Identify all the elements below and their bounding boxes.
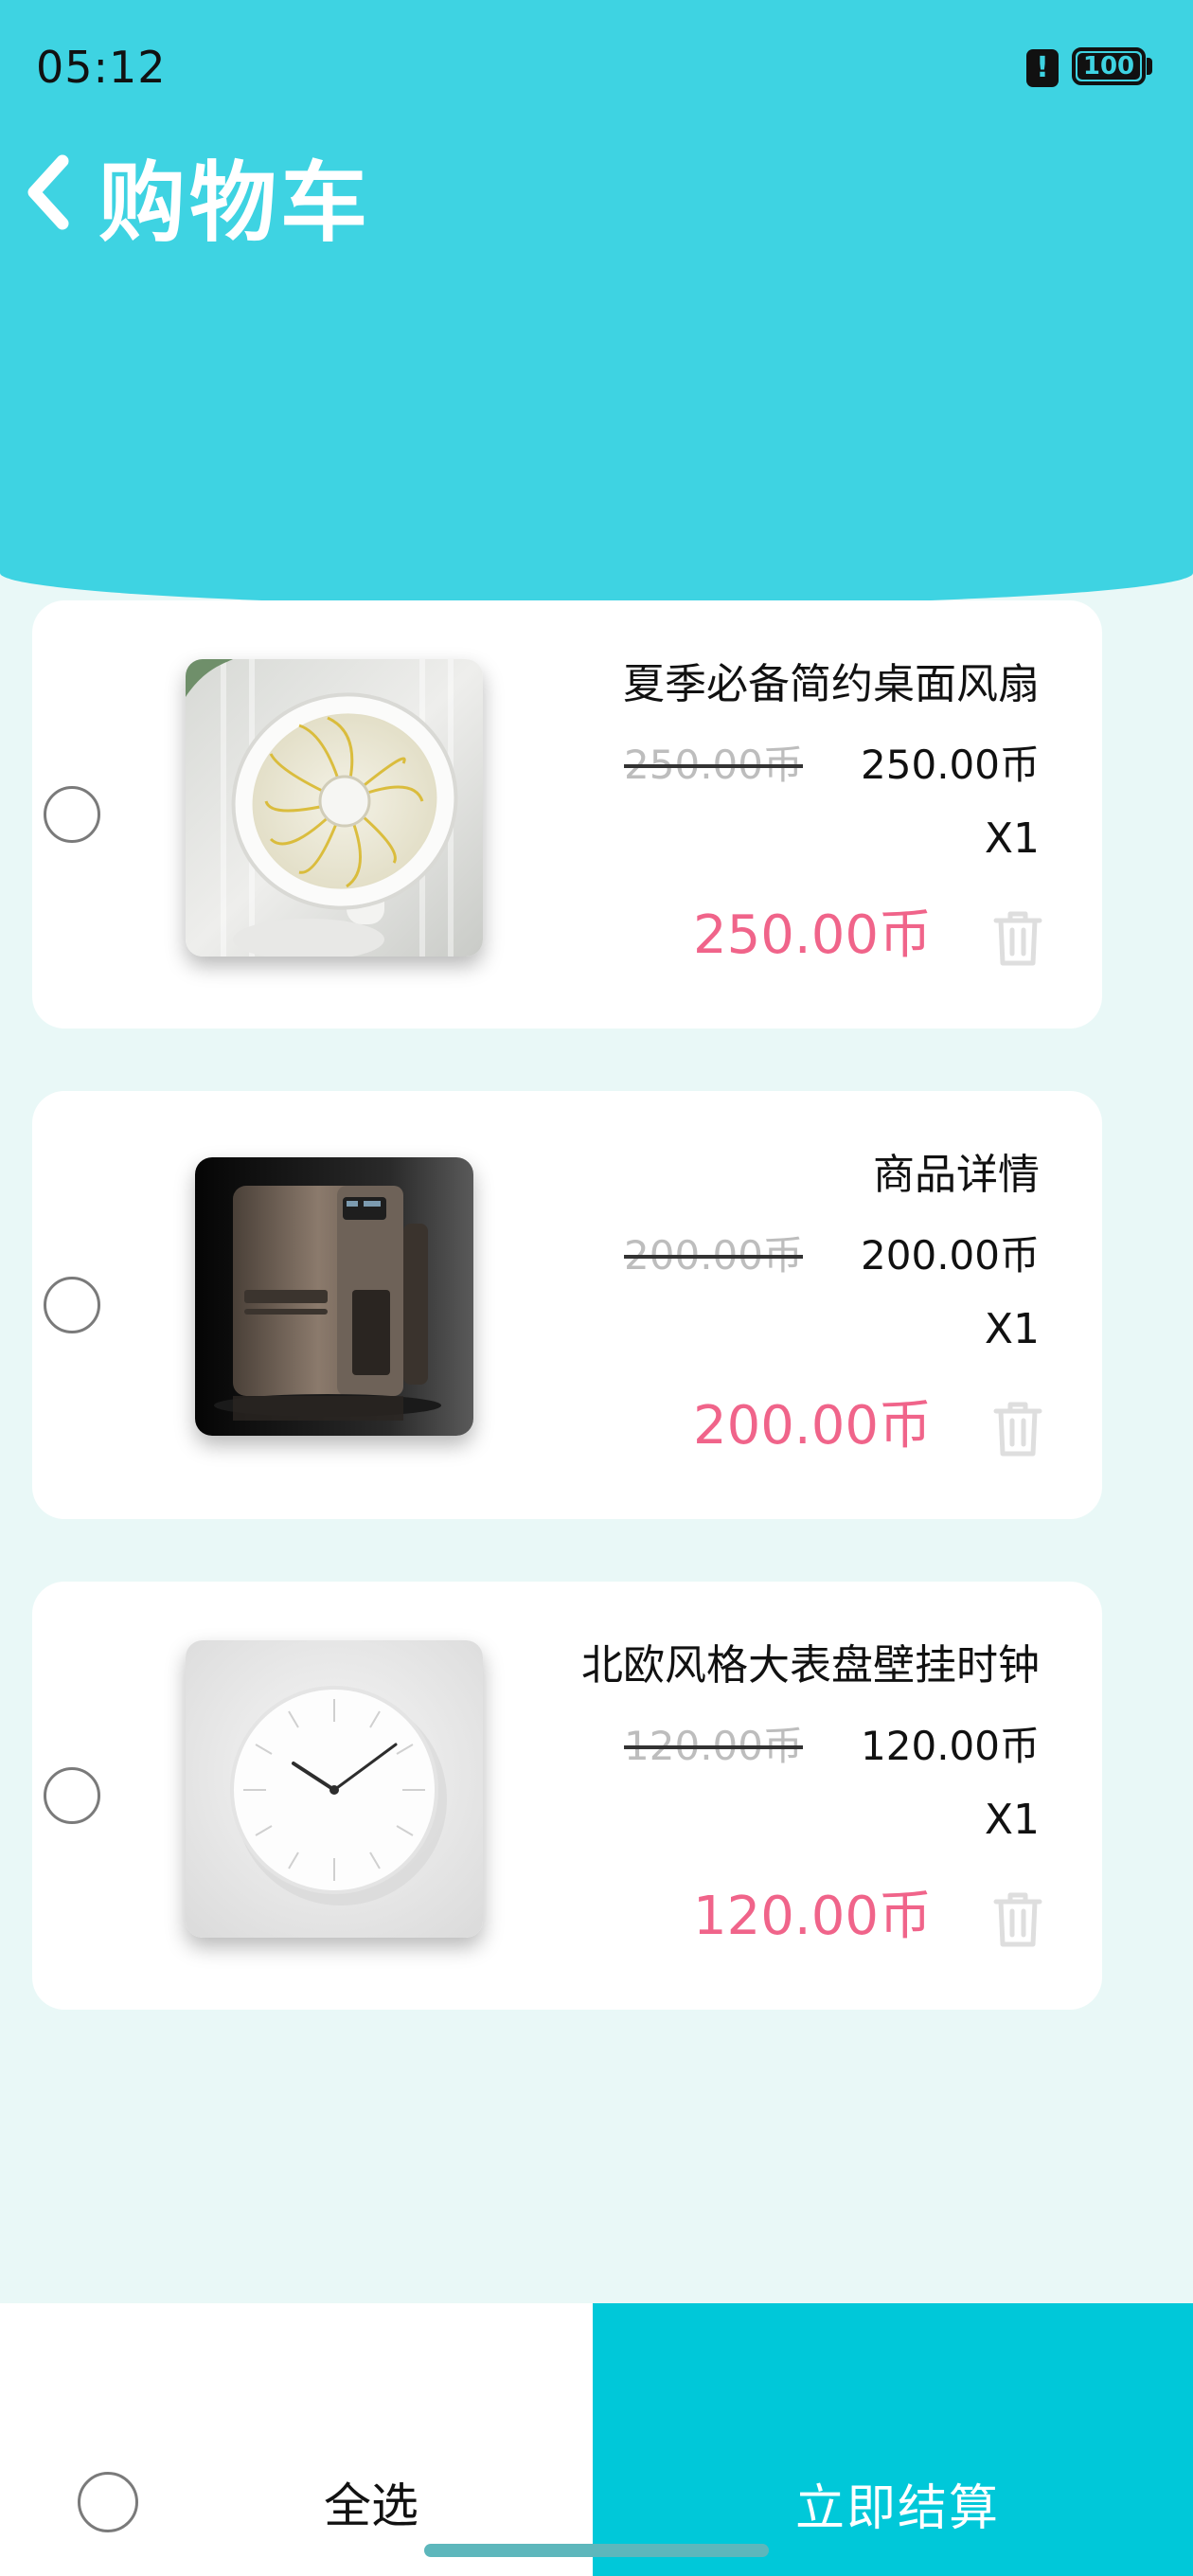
item-subtotal: 120.00币 xyxy=(693,1886,932,1947)
trash-icon xyxy=(993,1402,1042,1457)
header-background: 05:12 ! 100 购物车 xyxy=(0,0,1193,606)
delete-button[interactable] xyxy=(992,909,1043,968)
product-name[interactable]: 北欧风格大表盘壁挂时钟 xyxy=(581,1631,1040,1691)
chevron-left-icon xyxy=(27,154,69,230)
original-price: 250.00币 xyxy=(624,742,803,788)
item-select-radio[interactable] xyxy=(44,786,100,843)
product-image[interactable] xyxy=(186,659,483,957)
back-button[interactable] xyxy=(21,150,78,235)
battery-nub xyxy=(1147,58,1152,75)
quantity: X1 xyxy=(984,814,1040,863)
unit-price: 250.00币 xyxy=(861,742,1040,788)
cart-item-card: 商品详情 200.00币 200.00币 X1 200.00币 xyxy=(32,1091,1102,1519)
product-name[interactable]: 商品详情 xyxy=(873,1140,1040,1201)
item-subtotal: 250.00币 xyxy=(693,904,932,966)
battery-level: 100 xyxy=(1077,53,1140,80)
item-select-radio[interactable] xyxy=(44,1277,100,1333)
product-image[interactable] xyxy=(186,1640,483,1938)
page-title: 购物车 xyxy=(98,152,372,254)
checkout-button[interactable]: 立即结算 xyxy=(593,2303,1193,2576)
unit-price: 120.00币 xyxy=(861,1723,1040,1769)
original-price: 120.00币 xyxy=(624,1723,803,1769)
product-name[interactable]: 夏季必备简约桌面风扇 xyxy=(623,650,1040,710)
checkout-label: 立即结算 xyxy=(795,2480,1001,2537)
quantity: X1 xyxy=(984,1796,1040,1844)
select-all-label: 全选 xyxy=(324,2478,418,2533)
status-bar: 05:12 ! 100 xyxy=(0,0,1193,133)
cart-item-card: 夏季必备简约桌面风扇 250.00币 250.00币 X1 250.00币 xyxy=(32,600,1102,1029)
select-all-toggle[interactable]: 全选 xyxy=(0,2303,593,2576)
home-indicator[interactable] xyxy=(424,2544,769,2557)
cart-item-card: 北欧风格大表盘壁挂时钟 120.00币 120.00币 X1 120.00币 xyxy=(32,1582,1102,2010)
trash-icon xyxy=(993,1892,1042,1947)
wall-clock-image xyxy=(186,1640,483,1938)
delete-button[interactable] xyxy=(992,1890,1043,1949)
item-subtotal: 200.00币 xyxy=(693,1395,932,1457)
select-all-radio[interactable] xyxy=(78,2472,138,2532)
product-image[interactable] xyxy=(195,1157,473,1436)
bottom-action-bar: 全选 立即结算 xyxy=(0,2303,1193,2576)
alert-icon: ! xyxy=(1026,49,1059,87)
trash-icon xyxy=(993,911,1042,966)
battery-icon: 100 xyxy=(1072,47,1146,85)
unit-price: 200.00币 xyxy=(861,1232,1040,1279)
status-time: 05:12 xyxy=(36,42,167,93)
water-dispenser-image xyxy=(195,1157,473,1436)
fan-image xyxy=(186,659,483,957)
item-select-radio[interactable] xyxy=(44,1767,100,1824)
delete-button[interactable] xyxy=(992,1400,1043,1458)
original-price: 200.00币 xyxy=(624,1232,803,1279)
quantity: X1 xyxy=(984,1305,1040,1353)
